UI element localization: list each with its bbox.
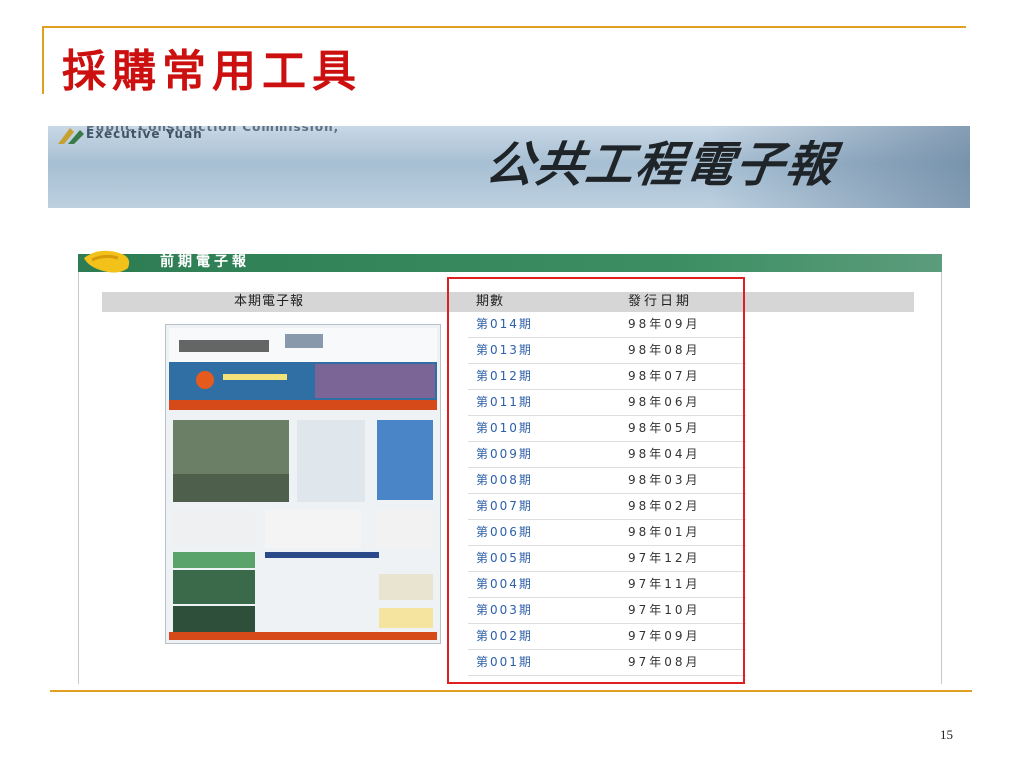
site-banner: Public Construction Commission, Executiv… bbox=[48, 126, 970, 208]
agency-logo-icon bbox=[58, 128, 84, 144]
issue-date: 98年01月 bbox=[628, 525, 701, 539]
page-number: 15 bbox=[940, 727, 953, 742]
issue-date: 98年02月 bbox=[628, 499, 701, 513]
issue-row[interactable]: 第011期 98年06月 bbox=[468, 390, 746, 416]
left-rule bbox=[42, 26, 44, 94]
issue-row[interactable]: 第002期 97年09月 bbox=[468, 624, 746, 650]
issue-link[interactable]: 第007期 bbox=[476, 499, 533, 513]
issue-link[interactable]: 第003期 bbox=[476, 603, 533, 617]
issue-row[interactable]: 第010期 98年05月 bbox=[468, 416, 746, 442]
website-screenshot: Public Construction Commission, Executiv… bbox=[48, 126, 970, 684]
issue-date: 97年11月 bbox=[628, 577, 701, 591]
issue-date: 98年07月 bbox=[628, 369, 701, 383]
issue-row[interactable]: 第014期 98年09月 bbox=[468, 312, 746, 338]
issue-date: 97年08月 bbox=[628, 655, 701, 669]
current-issue-label: 本期電子報 bbox=[234, 294, 305, 309]
issue-date: 97年09月 bbox=[628, 629, 701, 643]
issue-date: 98年03月 bbox=[628, 473, 701, 487]
issue-link[interactable]: 第008期 bbox=[476, 473, 533, 487]
newsletter-logo: 公共工程電子報 bbox=[482, 137, 840, 193]
issue-link[interactable]: 第013期 bbox=[476, 343, 533, 357]
issue-link[interactable]: 第012期 bbox=[476, 369, 533, 383]
issue-date: 98年06月 bbox=[628, 395, 701, 409]
issue-date: 98年08月 bbox=[628, 343, 701, 357]
issue-list: 第014期 98年09月第013期 98年08月第012期 98年07月第011期 98… bbox=[468, 312, 746, 676]
issue-row[interactable]: 第013期 98年08月 bbox=[468, 338, 746, 364]
issue-row[interactable]: 第012期 98年07月 bbox=[468, 364, 746, 390]
issue-link[interactable]: 第009期 bbox=[476, 447, 533, 461]
top-rule bbox=[42, 26, 966, 28]
column-header-date: 發行日期 bbox=[628, 294, 693, 309]
table-header-row bbox=[102, 292, 914, 312]
issue-date: 97年10月 bbox=[628, 603, 701, 617]
scroll-icon bbox=[84, 250, 130, 273]
issue-row[interactable]: 第001期 97年08月 bbox=[468, 650, 746, 676]
issue-link[interactable]: 第004期 bbox=[476, 577, 533, 591]
issue-date: 98年05月 bbox=[628, 421, 701, 435]
thumbnail-preview-image bbox=[169, 328, 437, 640]
issue-link[interactable]: 第014期 bbox=[476, 317, 533, 331]
issue-row[interactable]: 第003期 97年10月 bbox=[468, 598, 746, 624]
current-issue-thumbnail[interactable] bbox=[165, 324, 441, 644]
column-header-issue: 期數 bbox=[476, 294, 505, 309]
issue-row[interactable]: 第006期 98年01月 bbox=[468, 520, 746, 546]
issue-date: 98年09月 bbox=[628, 317, 701, 331]
agency-name-english: Executive Yuan bbox=[86, 127, 203, 141]
issue-row[interactable]: 第005期 97年12月 bbox=[468, 546, 746, 572]
bottom-rule bbox=[50, 690, 972, 692]
issue-link[interactable]: 第002期 bbox=[476, 629, 533, 643]
issue-row[interactable]: 第008期 98年03月 bbox=[468, 468, 746, 494]
issue-link[interactable]: 第010期 bbox=[476, 421, 533, 435]
issue-row[interactable]: 第009期 98年04月 bbox=[468, 442, 746, 468]
issue-link[interactable]: 第001期 bbox=[476, 655, 533, 669]
slide-title: 採購常用工具 bbox=[62, 46, 362, 97]
issue-row[interactable]: 第004期 97年11月 bbox=[468, 572, 746, 598]
issue-link[interactable]: 第011期 bbox=[476, 395, 533, 409]
section-title: 前期電子報 bbox=[160, 254, 250, 270]
issue-link[interactable]: 第005期 bbox=[476, 551, 533, 565]
issue-date: 98年04月 bbox=[628, 447, 701, 461]
issue-date: 97年12月 bbox=[628, 551, 701, 565]
issue-row[interactable]: 第007期 98年02月 bbox=[468, 494, 746, 520]
issue-link[interactable]: 第006期 bbox=[476, 525, 533, 539]
